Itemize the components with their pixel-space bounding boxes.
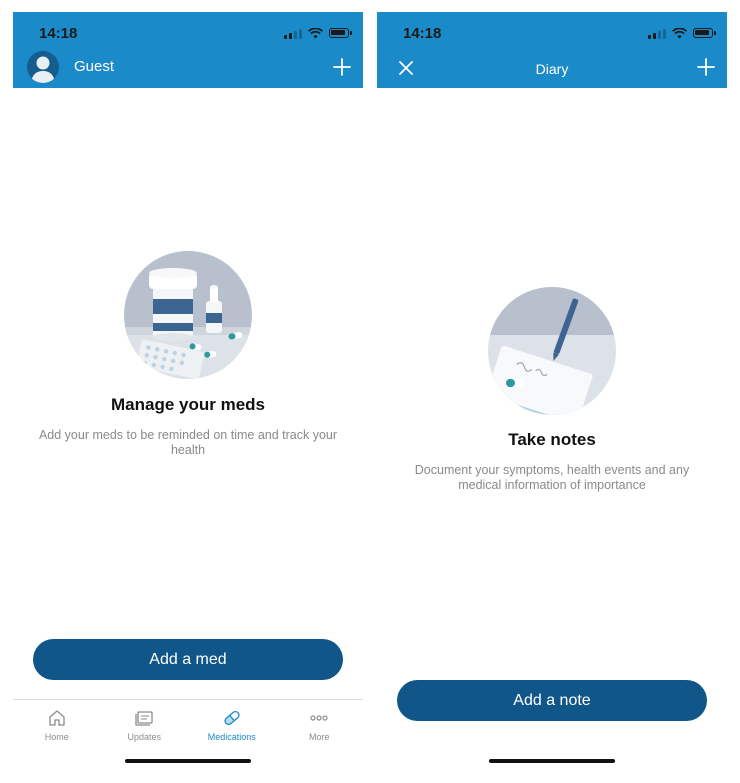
tab-more-label: More — [308, 732, 330, 742]
tab-medications-label: Medications — [207, 732, 256, 742]
app-header: 14:18 Diary — [377, 12, 727, 88]
avatar[interactable] — [27, 51, 59, 83]
status-icons — [284, 26, 352, 40]
empty-state-title: Take notes — [508, 430, 596, 449]
tab-updates[interactable]: Updates — [101, 700, 189, 750]
empty-state-description: Document your symptoms, health events an… — [414, 463, 690, 492]
tab-more[interactable]: More — [276, 700, 364, 750]
updates-icon — [135, 711, 153, 726]
user-silhouette-icon — [31, 56, 55, 83]
medications-illustration — [124, 251, 252, 379]
battery-icon — [329, 28, 352, 38]
add-icon[interactable] — [697, 58, 715, 76]
home-icon — [49, 710, 65, 726]
tab-medications[interactable]: Medications — [188, 700, 276, 750]
notes-illustration — [488, 287, 616, 415]
home-indicator[interactable] — [125, 759, 251, 763]
page-title: Diary — [535, 61, 569, 77]
wifi-icon — [308, 27, 323, 38]
status-icons — [648, 26, 716, 40]
more-icon — [310, 715, 328, 721]
status-time: 14:18 — [403, 25, 442, 42]
tab-home-label: Home — [44, 732, 69, 742]
tab-bar: Home Updates Medications More — [13, 699, 363, 750]
medications-screen: 14:18 Guest Manage your meds Add your me… — [13, 12, 363, 776]
battery-icon — [693, 28, 716, 38]
signal-icon — [648, 28, 666, 39]
tab-home[interactable]: Home — [13, 700, 101, 750]
add-note-button[interactable]: Add a note — [397, 680, 707, 721]
user-name[interactable]: Guest — [74, 58, 114, 75]
wifi-icon — [672, 27, 687, 38]
app-header: 14:18 Guest — [13, 12, 363, 88]
home-indicator[interactable] — [489, 759, 615, 763]
tab-updates-label: Updates — [127, 732, 162, 742]
pill-icon — [224, 710, 240, 726]
diary-screen: 14:18 Diary Take notes Document your sym… — [377, 12, 727, 776]
empty-state-title: Manage your meds — [111, 395, 265, 414]
add-med-button[interactable]: Add a med — [33, 639, 343, 680]
signal-icon — [284, 28, 302, 39]
status-time: 14:18 — [39, 25, 78, 42]
add-icon[interactable] — [333, 58, 351, 76]
empty-state-description: Add your meds to be reminded on time and… — [38, 428, 338, 457]
